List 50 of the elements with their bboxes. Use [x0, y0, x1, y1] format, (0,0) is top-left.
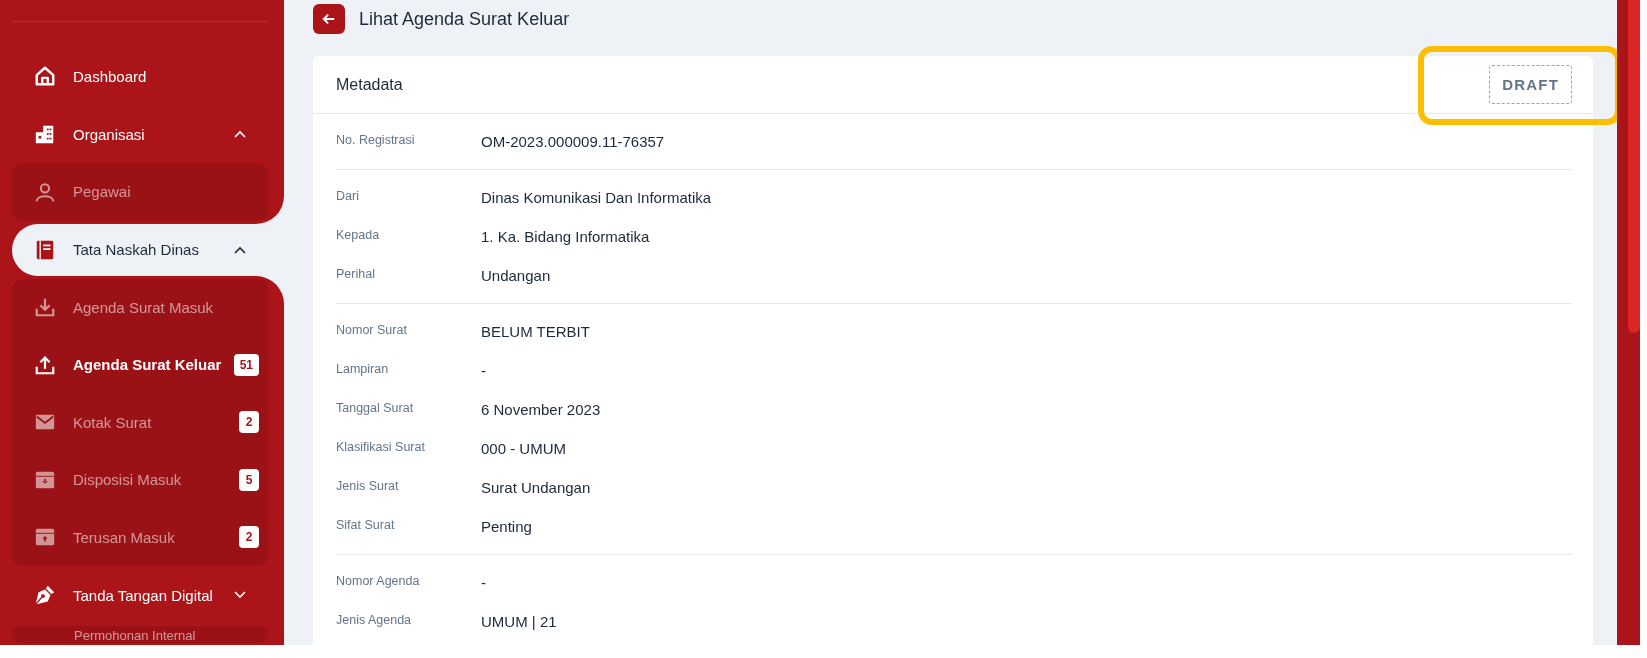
field-value: -: [481, 362, 486, 379]
field-label: Lampiran: [336, 361, 390, 376]
field-value: Dinas Komunikasi Dan Informatika: [481, 189, 712, 206]
field-label: Perihal: [336, 266, 376, 281]
building-icon: [34, 123, 56, 145]
field-value: Surat Undangan: [481, 479, 591, 496]
count-badge: 2: [239, 411, 259, 434]
count-badge: 2: [239, 526, 259, 549]
field-value: OM-2023.000009.11-76357: [481, 133, 665, 150]
back-button[interactable]: [313, 4, 345, 34]
field-value: 1. Ka. Bidang Informatika: [481, 228, 650, 245]
field-value: UMUM | 21: [481, 613, 557, 630]
scrollbar-thumb[interactable]: [1628, 0, 1640, 333]
count-badge: 5: [239, 468, 259, 491]
submenu-item[interactable]: Terusan Masuk 2: [12, 508, 268, 566]
field-value: 6 November 2023: [481, 401, 601, 418]
pen-nib-icon: [34, 584, 56, 606]
field-label: Klasifikasi Surat: [336, 439, 426, 454]
submenu-item[interactable]: Kotak Surat 2: [12, 393, 268, 451]
submenu-item[interactable]: Disposisi Masuk 5: [12, 451, 268, 509]
page-title: Lihat Agenda Surat Keluar: [359, 8, 570, 30]
nav-item[interactable]: Dashboard: [0, 47, 268, 105]
field-label: Tanggal Surat: [336, 400, 415, 415]
home-icon: [34, 65, 56, 87]
nav-item[interactable]: Tanda Tangan Digital: [0, 566, 268, 624]
submenu-item[interactable]: Permohonan Internal: [12, 626, 268, 643]
back-arrow-icon: [322, 12, 336, 26]
field-label: Nomor Surat: [336, 322, 408, 337]
field-value: Penting: [481, 518, 532, 535]
field-value: Undangan: [481, 267, 551, 284]
field-label: Sifat Surat: [336, 517, 396, 532]
person-icon: [34, 180, 56, 203]
field-label: Kepada: [336, 227, 381, 242]
card-title: Metadata: [336, 75, 403, 94]
field-label: Dari: [336, 188, 360, 203]
status-badge: DRAFT: [1489, 65, 1572, 104]
field-label: Nomor Agenda: [336, 573, 421, 588]
field-value: -: [481, 574, 486, 591]
field-label: Jenis Agenda: [336, 612, 413, 627]
book-icon: [34, 238, 56, 261]
field-label: No. Registrasi: [336, 132, 416, 147]
field-label: Jenis Surat: [336, 478, 400, 493]
chevron-up-icon[interactable]: [234, 245, 246, 254]
download-icon: [34, 296, 56, 319]
nav-item[interactable]: Organisasi: [0, 105, 268, 163]
count-badge: 51: [233, 353, 259, 376]
chevron-down-icon[interactable]: [234, 591, 246, 599]
field-value: BELUM TERBIT: [481, 323, 590, 340]
field-value: 000 - UMUM: [481, 440, 566, 457]
submenu-item[interactable]: Agenda Surat Keluar 51: [12, 336, 268, 394]
